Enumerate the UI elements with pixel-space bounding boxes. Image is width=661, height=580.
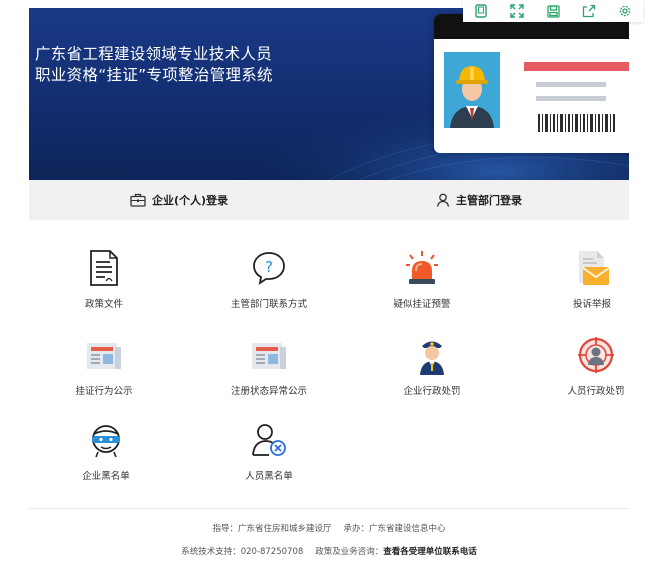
- user-icon: [436, 193, 450, 207]
- tile-enterprise-blacklist[interactable]: 企业黑名单: [31, 420, 181, 490]
- alarm-light-icon: [406, 251, 438, 284]
- footer-line1: 指导：广东省住房和城乡建设厅 承办：广东省建设信息中心: [29, 522, 629, 534]
- authority-login-button[interactable]: 主管部门登录: [329, 192, 629, 208]
- tile-label: 企业行政处罚: [403, 386, 461, 397]
- tile-enterprise-penalty[interactable]: 企业行政处罚: [357, 335, 507, 405]
- tile-label: 人员黑名单: [245, 471, 293, 482]
- tile-label: 政策文件: [84, 299, 123, 310]
- tile-violation-publicity[interactable]: 挂证行为公示: [29, 335, 179, 405]
- envelope-icon: [579, 251, 610, 285]
- hero-banner: 广东省工程建设领域专业技术人员 职业资格“挂证”专项整治管理系统: [29, 8, 629, 180]
- system-title-line2: 职业资格“挂证”专项整治管理系统: [35, 66, 273, 84]
- tile-complaint-report[interactable]: 投诉举报: [517, 248, 661, 318]
- briefcase-icon: [130, 193, 146, 207]
- gear-icon[interactable]: [615, 1, 635, 21]
- tile-label: 人员行政处罚: [567, 386, 625, 397]
- footer-line2: 系统技术支持：020-87250708 政策及业务咨询：查看各受理单位联系电话: [29, 545, 629, 557]
- contact-phones-link[interactable]: 查看各受理单位联系电话: [383, 547, 477, 557]
- footer-policy-prefix: 政策及业务咨询：: [315, 547, 384, 557]
- mobile-view-icon[interactable]: [471, 1, 491, 21]
- floating-toolbar: [463, 0, 643, 22]
- tile-label: 挂证行为公示: [75, 386, 133, 397]
- newspaper-icon: [252, 343, 286, 369]
- police-officer-icon: [420, 341, 444, 375]
- svg-text:?: ?: [265, 258, 273, 276]
- masked-face-icon: [92, 425, 120, 458]
- tile-label: 主管部门联系方式: [230, 299, 307, 310]
- id-card-illustration: [434, 14, 629, 153]
- footer-tech-support: 系统技术支持：020-87250708: [181, 547, 304, 557]
- tile-policy-documents[interactable]: 政策文件: [29, 248, 179, 318]
- tile-person-blacklist[interactable]: 人员黑名单: [194, 420, 344, 490]
- tile-label: 企业黑名单: [82, 471, 130, 482]
- target-person-icon: [578, 337, 614, 373]
- enterprise-login-button[interactable]: 企业(个人)登录: [29, 192, 329, 208]
- enterprise-login-label: 企业(个人)登录: [151, 194, 229, 207]
- system-title-line1: 广东省工程建设领域专业技术人员: [35, 45, 273, 63]
- footer-host: 承办：广东省建设信息中心: [343, 524, 446, 534]
- tile-label: 疑似挂证预警: [393, 299, 451, 310]
- newspaper-icon: [87, 343, 121, 369]
- footer-divider: [29, 508, 629, 509]
- person-blocked-icon: [252, 424, 286, 456]
- system-title: 广东省工程建设领域专业技术人员 职业资格“挂证”专项整治管理系统: [35, 44, 273, 86]
- tile-person-penalty[interactable]: 人员行政处罚: [521, 335, 661, 405]
- tile-authority-contacts[interactable]: ? 主管部门联系方式: [194, 248, 344, 318]
- tile-label: 注册状态异常公示: [230, 386, 307, 397]
- save-icon[interactable]: [543, 1, 563, 21]
- fullscreen-icon[interactable]: [507, 1, 527, 21]
- question-bubble-icon: ?: [253, 252, 285, 285]
- share-icon[interactable]: [579, 1, 599, 21]
- tile-label: 投诉举报: [572, 299, 611, 310]
- authority-login-label: 主管部门登录: [456, 194, 522, 207]
- tile-registration-abnormal[interactable]: 注册状态异常公示: [194, 335, 344, 405]
- document-icon: [90, 250, 118, 286]
- id-card-details: [524, 62, 629, 132]
- tile-suspected-warning[interactable]: 疑似挂证预警: [347, 248, 497, 318]
- footer-guide: 指导：广东省住房和城乡建设厅: [212, 524, 332, 534]
- login-bar: 企业(个人)登录 主管部门登录: [29, 180, 629, 220]
